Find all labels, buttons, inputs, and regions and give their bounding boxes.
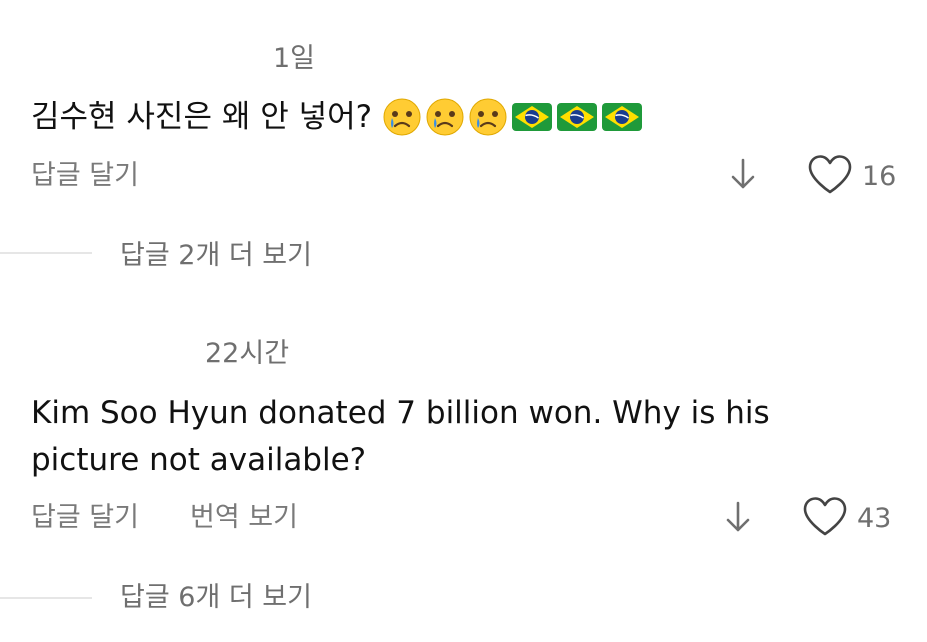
heart-icon[interactable] [801,496,849,538]
comment-body: 김수현 사진은 왜 안 넣어? [31,93,643,141]
replies-divider [0,252,92,254]
comment-text-line: Kim Soo Hyun donated 7 billion won. Why … [31,395,770,431]
comment-text: 김수현 사진은 왜 안 넣어? [31,99,373,135]
replies-divider [0,597,92,599]
translate-button[interactable]: 번역 보기 [190,504,298,531]
brazil-flag-icon [512,103,553,131]
brazil-flag-icon [602,103,643,131]
heart-icon[interactable] [806,154,854,196]
view-more-replies-button[interactable]: 답글 2개 더 보기 [120,242,312,269]
comment-text-line: picture not available? [31,442,367,478]
down-arrow-icon[interactable] [728,157,758,191]
comment-timestamp: 1일 [273,43,316,74]
reply-button[interactable]: 답글 달기 [31,162,139,189]
comment-timestamp: 22시간 [205,338,290,369]
like-count: 16 [862,161,897,192]
emoji-group [382,97,643,137]
brazil-flag-icon [557,103,598,131]
crying-face-icon [426,98,464,136]
crying-face-icon [469,98,507,136]
crying-face-icon [383,98,421,136]
down-arrow-icon[interactable] [723,500,753,534]
reply-button[interactable]: 답글 달기 [31,504,139,531]
like-count: 43 [857,503,892,534]
view-more-replies-button[interactable]: 답글 6개 더 보기 [120,584,312,611]
